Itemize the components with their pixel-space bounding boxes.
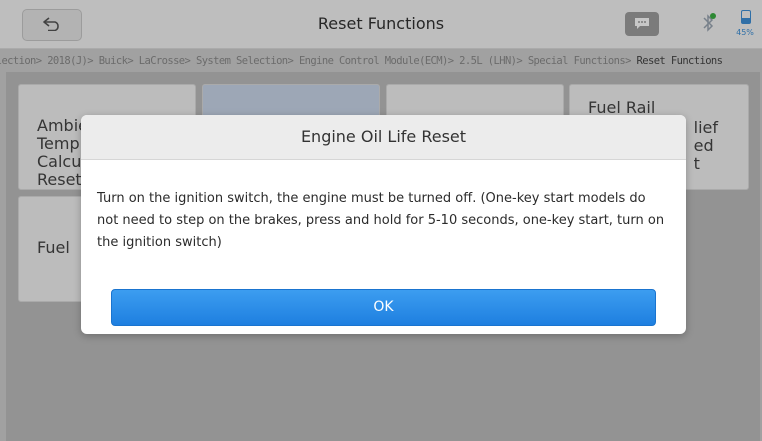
engine-oil-life-reset-dialog: Engine Oil Life Reset Turn on the igniti… xyxy=(81,115,686,334)
dialog-message: Turn on the ignition switch, the engine … xyxy=(97,191,665,250)
ok-button[interactable]: OK xyxy=(111,289,656,326)
dialog-title: Engine Oil Life Reset xyxy=(81,115,686,160)
